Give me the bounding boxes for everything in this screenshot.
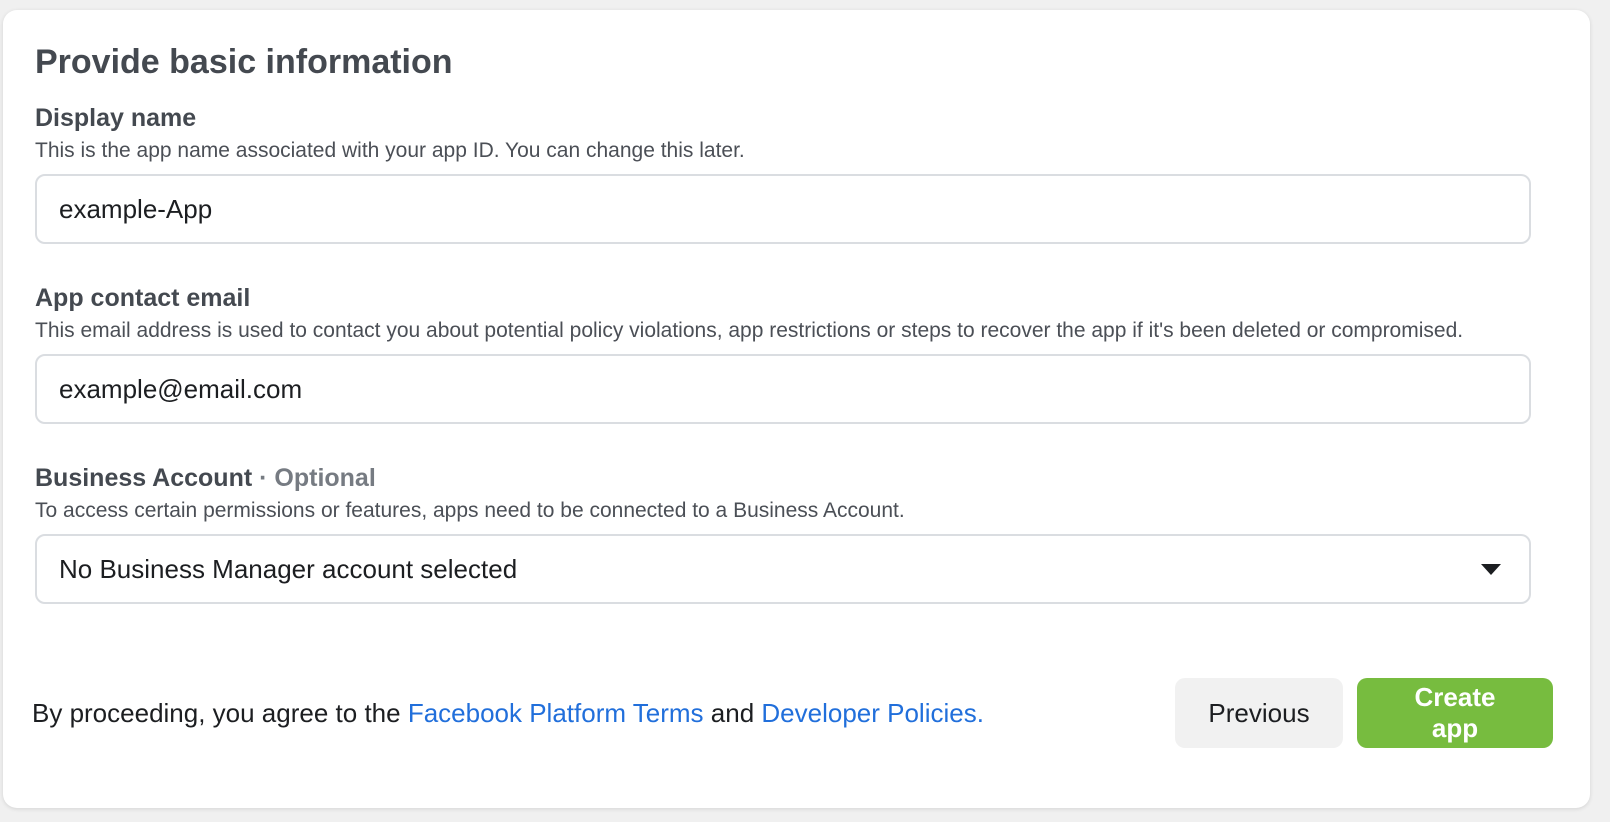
page-title: Provide basic information xyxy=(35,43,453,81)
business-account-select[interactable]: No Business Manager account selected xyxy=(35,534,1531,604)
business-account-label: Business Account · Optional xyxy=(35,462,1558,494)
display-name-label: Display name xyxy=(35,104,197,132)
footer-buttons: Previous Create app xyxy=(1175,678,1553,748)
caret-down-icon xyxy=(1481,563,1501,575)
business-account-description: To access certain permissions or feature… xyxy=(35,499,905,522)
business-account-label-text: Business Account xyxy=(35,464,253,492)
agreement-middle: and xyxy=(703,697,762,728)
platform-terms-link[interactable]: Facebook Platform Terms xyxy=(408,698,704,728)
contact-email-section: App contact email This email address is … xyxy=(35,282,1558,424)
contact-email-description: This email address is used to contact yo… xyxy=(35,319,1464,342)
developer-policies-link[interactable]: Developer Policies. xyxy=(761,698,984,728)
create-app-button[interactable]: Create app xyxy=(1357,678,1553,748)
optional-tag: · Optional xyxy=(252,464,376,492)
agreement-text: By proceeding, you agree to the Facebook… xyxy=(32,698,984,729)
contact-email-input[interactable] xyxy=(35,354,1531,424)
business-account-selected-value: No Business Manager account selected xyxy=(59,553,518,584)
display-name-input[interactable] xyxy=(35,174,1531,244)
footer: By proceeding, you agree to the Facebook… xyxy=(32,678,1553,748)
contact-email-label: App contact email xyxy=(35,284,251,312)
business-account-section: Business Account · Optional To access ce… xyxy=(35,462,1558,604)
display-name-section: Display name This is the app name associ… xyxy=(35,102,1558,244)
display-name-description: This is the app name associated with you… xyxy=(35,139,745,162)
agreement-prefix: By proceeding, you agree to the xyxy=(32,697,408,728)
previous-button[interactable]: Previous xyxy=(1175,678,1343,748)
